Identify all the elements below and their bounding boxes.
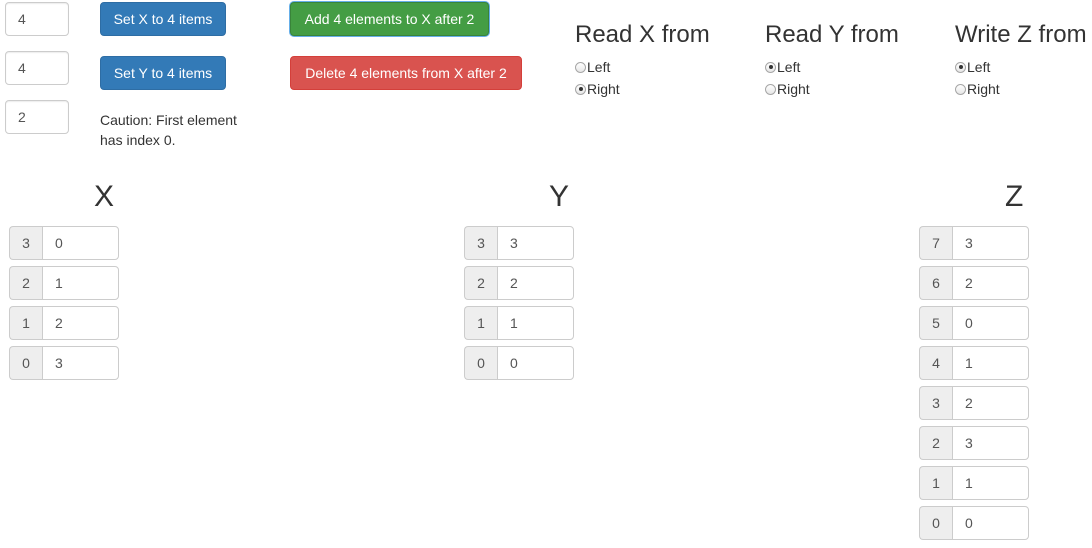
caution-text: Caution: First element has index 0. [100, 112, 237, 148]
y-row-value[interactable]: 0 [497, 346, 574, 380]
read-y-left-option[interactable]: Left [765, 56, 899, 78]
read-x-title: Read X from [575, 21, 710, 48]
z-row-index: 0 [919, 506, 952, 540]
z-row-index: 4 [919, 346, 952, 380]
z-row-value[interactable]: 0 [952, 306, 1029, 340]
z-row: 32 [919, 386, 1029, 420]
x-row: 30 [9, 226, 119, 260]
z-row-index: 3 [919, 386, 952, 420]
z-row-index: 7 [919, 226, 952, 260]
z-row-value[interactable]: 2 [952, 386, 1029, 420]
read-y-group: Read Y from Left Right [765, 20, 899, 100]
y-row-value[interactable]: 3 [497, 226, 574, 260]
z-row: 50 [919, 306, 1029, 340]
read-x-left-option[interactable]: Left [575, 56, 710, 78]
column-y-title: Y [549, 180, 570, 213]
x-row-index: 2 [9, 266, 42, 300]
y-row-index: 1 [464, 306, 497, 340]
z-row-value[interactable]: 0 [952, 506, 1029, 540]
z-row-index: 1 [919, 466, 952, 500]
z-row: 73 [919, 226, 1029, 260]
read-x-right-option[interactable]: Right [575, 78, 710, 100]
y-count-input[interactable] [5, 51, 69, 85]
x-row-index: 3 [9, 226, 42, 260]
write-z-left-radio[interactable] [955, 61, 966, 73]
x-row-value[interactable]: 3 [42, 346, 119, 380]
z-row-index: 6 [919, 266, 952, 300]
read-y-right-radio[interactable] [765, 83, 776, 95]
x-row: 12 [9, 306, 119, 340]
write-z-right-label: Right [967, 81, 1000, 97]
y-row-value[interactable]: 1 [497, 306, 574, 340]
z-row-value[interactable]: 1 [952, 466, 1029, 500]
read-y-right-option[interactable]: Right [765, 78, 899, 100]
read-x-group: Read X from Left Right [575, 20, 710, 100]
y-row: 22 [464, 266, 574, 300]
z-row: 11 [919, 466, 1029, 500]
y-row: 11 [464, 306, 574, 340]
y-row-value[interactable]: 2 [497, 266, 574, 300]
read-x-right-label: Right [587, 81, 620, 97]
add-elements-button[interactable]: Add 4 elements to X after 2 [290, 2, 489, 36]
x-row: 21 [9, 266, 119, 300]
write-z-left-option[interactable]: Left [955, 56, 1087, 78]
y-row-index: 3 [464, 226, 497, 260]
z-row: 62 [919, 266, 1029, 300]
x-row-value[interactable]: 0 [42, 226, 119, 260]
x-row: 03 [9, 346, 119, 380]
position-input[interactable] [5, 100, 69, 134]
read-y-left-label: Left [777, 59, 801, 75]
column-z-title: Z [1005, 180, 1024, 213]
read-y-right-label: Right [777, 81, 810, 97]
write-z-title: Write Z from [955, 21, 1087, 48]
z-row-value[interactable]: 3 [952, 226, 1029, 260]
read-x-left-label: Left [587, 59, 611, 75]
y-row: 33 [464, 226, 574, 260]
set-x-button[interactable]: Set X to 4 items [100, 2, 226, 36]
x-row-index: 1 [9, 306, 42, 340]
x-row-value[interactable]: 1 [42, 266, 119, 300]
x-count-input[interactable] [5, 2, 69, 36]
x-row-index: 0 [9, 346, 42, 380]
set-y-button[interactable]: Set Y to 4 items [100, 56, 226, 90]
y-row-index: 0 [464, 346, 497, 380]
z-row-index: 2 [919, 426, 952, 460]
x-row-value[interactable]: 2 [42, 306, 119, 340]
z-row-value[interactable]: 1 [952, 346, 1029, 380]
column-x-title: X [94, 180, 115, 213]
z-row-index: 5 [919, 306, 952, 340]
write-z-right-radio[interactable] [955, 83, 966, 95]
write-z-left-label: Left [967, 59, 991, 75]
delete-elements-button[interactable]: Delete 4 elements from X after 2 [290, 56, 522, 90]
z-row-value[interactable]: 3 [952, 426, 1029, 460]
write-z-group: Write Z from Left Right [955, 20, 1087, 100]
read-y-left-radio[interactable] [765, 61, 776, 73]
z-row-value[interactable]: 2 [952, 266, 1029, 300]
z-row: 41 [919, 346, 1029, 380]
read-x-right-radio[interactable] [575, 83, 586, 95]
y-row: 00 [464, 346, 574, 380]
z-row: 00 [919, 506, 1029, 540]
read-y-title: Read Y from [765, 21, 899, 48]
read-x-left-radio[interactable] [575, 61, 586, 73]
write-z-right-option[interactable]: Right [955, 78, 1087, 100]
y-row-index: 2 [464, 266, 497, 300]
z-row: 23 [919, 426, 1029, 460]
